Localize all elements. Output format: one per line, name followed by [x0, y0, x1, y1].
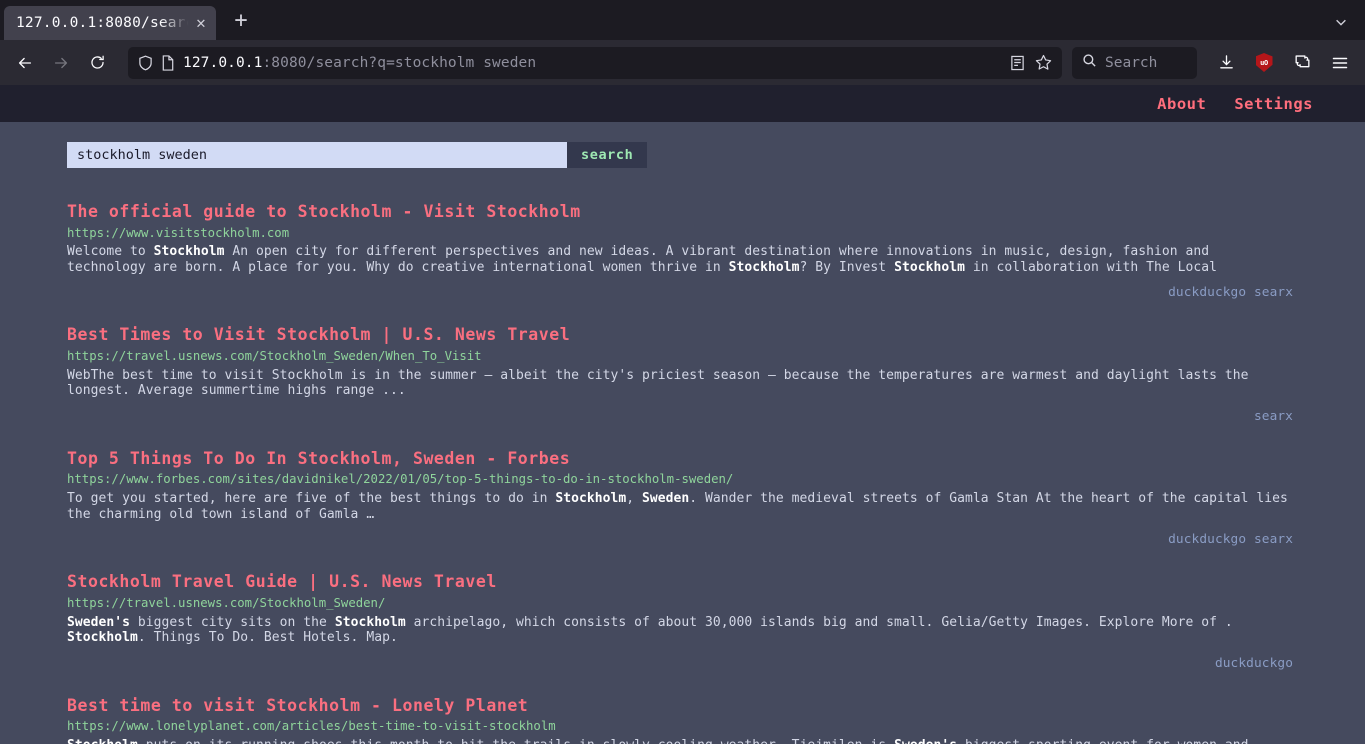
page-info-icon[interactable] [161, 54, 175, 71]
nav-link-settings[interactable]: Settings [1234, 95, 1313, 113]
back-icon[interactable] [8, 47, 42, 79]
result-divider [67, 301, 1293, 325]
result-title-link[interactable]: Best time to visit Stockholm - Lonely Pl… [67, 696, 1293, 717]
page-body: search The official guide to Stockholm -… [0, 122, 1365, 744]
result-url-link[interactable]: https://travel.usnews.com/Stockholm_Swed… [67, 349, 1293, 364]
close-icon[interactable]: ✕ [192, 15, 210, 31]
result-url-link[interactable]: https://www.lonelyplanet.com/articles/be… [67, 719, 1293, 734]
result-title-link[interactable]: Stockholm Travel Guide | U.S. News Trave… [67, 572, 1293, 593]
result-item: The official guide to Stockholm - Visit … [67, 202, 1293, 301]
search-submit-button[interactable]: search [567, 142, 648, 168]
result-item: Best Times to Visit Stockholm | U.S. New… [67, 325, 1293, 424]
reload-icon[interactable] [80, 47, 114, 79]
chevron-down-icon[interactable] [1327, 8, 1355, 36]
urlbar-actions [1010, 54, 1056, 71]
browser-tab[interactable]: 127.0.0.1:8080/search ✕ [4, 6, 216, 40]
result-title-link[interactable]: Top 5 Things To Do In Stockholm, Sweden … [67, 449, 1293, 470]
result-snippet: To get you started, here are five of the… [67, 491, 1288, 522]
result-divider [67, 425, 1293, 449]
result-engines: duckduckgo [1214, 655, 1293, 671]
shield-icon[interactable] [138, 55, 153, 71]
url-host: 127.0.0.1 [183, 54, 263, 71]
result-title-link[interactable]: Best Times to Visit Stockholm | U.S. New… [67, 325, 1293, 346]
browser-search-placeholder: Search [1105, 54, 1158, 71]
search-icon [1082, 53, 1097, 72]
url-bar[interactable]: 127.0.0.1:8080/search?q=stockholm sweden [128, 46, 1062, 79]
result-snippet: Sweden's biggest city sits on the Stockh… [67, 614, 1233, 646]
url-path: :8080/search?q=stockholm sweden [262, 54, 537, 71]
result-engines: duckduckgo searx [1168, 532, 1293, 548]
extensions-icon[interactable] [1285, 47, 1319, 79]
forward-icon [44, 47, 78, 79]
result-url-link[interactable]: https://travel.usnews.com/Stockholm_Swed… [67, 596, 1293, 611]
browser-search-bar[interactable]: Search [1072, 46, 1197, 79]
result-engines: searx [1253, 408, 1293, 424]
result-divider [67, 548, 1293, 572]
extension-badge: uO [1255, 53, 1273, 72]
app-menu-icon[interactable] [1323, 47, 1357, 79]
search-form: search [0, 122, 1365, 168]
navigation-toolbar: 127.0.0.1:8080/search?q=stockholm sweden [0, 40, 1365, 85]
result-item: Best time to visit Stockholm - Lonely Pl… [67, 696, 1293, 744]
tab-title: 127.0.0.1:8080/search [16, 15, 192, 31]
result-snippet: Stockholm puts on its running shoes this… [67, 738, 1293, 744]
result-title-link[interactable]: The official guide to Stockholm - Visit … [67, 202, 1293, 223]
result-url-link[interactable]: https://www.visitstockholm.com [67, 226, 1293, 241]
result-item: Top 5 Things To Do In Stockholm, Sweden … [67, 449, 1293, 548]
downloads-icon[interactable] [1209, 47, 1243, 79]
ublock-extension-icon[interactable]: uO [1247, 47, 1281, 79]
new-tab-button[interactable]: + [224, 4, 258, 38]
result-engines: duckduckgo searx [1168, 285, 1293, 301]
toolbar-right: uO [1209, 47, 1357, 79]
browser-chrome: 127.0.0.1:8080/search ✕ + 127.0.0.1:8080… [0, 0, 1365, 85]
results-list: The official guide to Stockholm - Visit … [0, 168, 1365, 744]
reader-view-icon[interactable] [1010, 55, 1025, 71]
result-item: Stockholm Travel Guide | U.S. News Trave… [67, 572, 1293, 671]
search-input[interactable] [67, 142, 567, 168]
bookmark-star-icon[interactable] [1035, 54, 1052, 71]
nav-link-about[interactable]: About [1157, 95, 1206, 113]
result-snippet: WebThe best time to visit Stockholm is i… [67, 367, 1249, 399]
result-url-link[interactable]: https://www.forbes.com/sites/davidnikel/… [67, 472, 1293, 487]
site-header: About Settings [0, 85, 1365, 122]
url-text: 127.0.0.1:8080/search?q=stockholm sweden [183, 55, 1002, 71]
result-divider [67, 672, 1293, 696]
tab-strip: 127.0.0.1:8080/search ✕ + [0, 0, 1365, 40]
result-snippet: Welcome to Stockholm An open city for di… [67, 244, 1218, 275]
